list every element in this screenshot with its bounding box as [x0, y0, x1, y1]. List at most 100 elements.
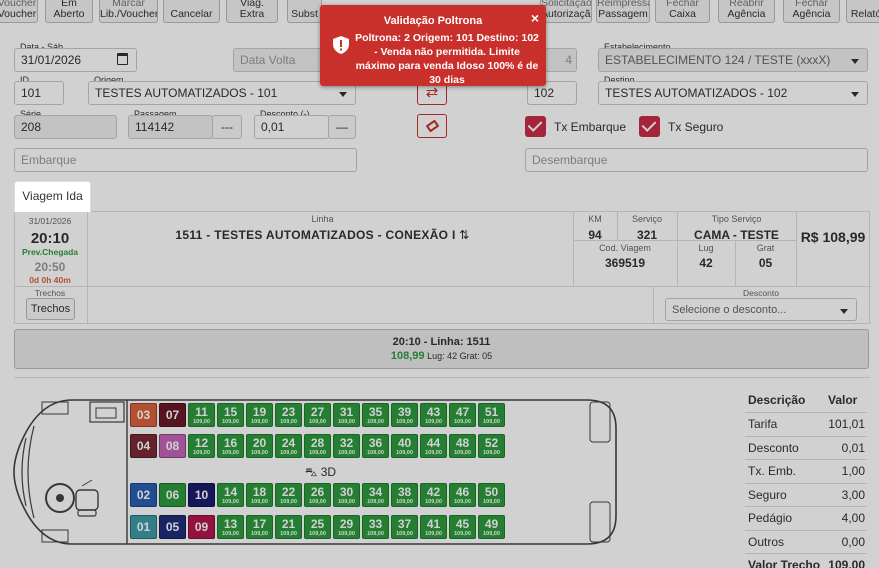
seat-01[interactable]: 01 [130, 515, 157, 539]
seat-03[interactable]: 03 [130, 403, 157, 427]
seat-34[interactable]: 34 109,00 [362, 483, 389, 507]
destino-select[interactable]: TESTES AUTOMATIZADOS - 102 [598, 81, 868, 105]
seat-33[interactable]: 33 109,00 [362, 515, 389, 539]
seat-29[interactable]: 29 109,00 [333, 515, 360, 539]
seat-price: 109,00 [396, 419, 413, 425]
seat-20[interactable]: 20 109,00 [246, 434, 273, 458]
fare-table-header: Descrição Valor [745, 388, 867, 412]
serie-field[interactable]: 208 [14, 115, 117, 139]
seat-04[interactable]: 04 [130, 434, 157, 458]
linha-label: Linha [311, 214, 334, 224]
seat-37[interactable]: 37 109,00 [391, 515, 418, 539]
seat-12[interactable]: 12 109,00 [188, 434, 215, 458]
validation-toast[interactable]: Validação Poltrona × Poltrona: 2 Origem:… [320, 5, 546, 86]
toolbar-button-5[interactable]: Subst [287, 0, 322, 23]
seat-number: 13 [223, 517, 238, 531]
close-icon[interactable]: × [531, 10, 539, 26]
desconto-select[interactable]: Selecione o desconto... [665, 298, 857, 321]
toolbar-button-label: Subst [291, 8, 318, 20]
seat-30[interactable]: 30 109,00 [333, 483, 360, 507]
seat-42[interactable]: 42 109,00 [420, 483, 447, 507]
seat-16[interactable]: 16 109,00 [217, 434, 244, 458]
summary-detail: 108,99 Lug: 42 Grat: 05 [15, 350, 868, 362]
seat-05[interactable]: 05 [159, 515, 186, 539]
seat-51[interactable]: 51 109,00 [478, 403, 505, 427]
seat-10[interactable]: 10 [188, 483, 215, 507]
calendar-icon[interactable] [117, 53, 128, 65]
tab-viagem-ida[interactable]: Viagem Ida [14, 181, 91, 212]
seat-21[interactable]: 21 109,00 [275, 515, 302, 539]
seat-40[interactable]: 40 109,00 [391, 434, 418, 458]
seat-41[interactable]: 41 109,00 [420, 515, 447, 539]
tx-seguro-checkbox[interactable] [639, 116, 660, 137]
origem-id-field[interactable]: 101 [14, 81, 64, 105]
tx-embarque-checkbox[interactable] [525, 116, 546, 137]
seat-45[interactable]: 45 109,00 [449, 515, 476, 539]
seat-47[interactable]: 47 109,00 [449, 403, 476, 427]
seat-32[interactable]: 32 109,00 [333, 434, 360, 458]
seat-18[interactable]: 18 109,00 [246, 483, 273, 507]
seat-17[interactable]: 17 109,00 [246, 515, 273, 539]
desembarque-input[interactable]: Desembarque [525, 148, 868, 172]
seat-08[interactable]: 08 [159, 434, 186, 458]
toolbar-button-2[interactable]: Marcar Lib./Voucher [99, 0, 158, 23]
seat-44[interactable]: 44 109,00 [420, 434, 447, 458]
seat-price: 109,00 [309, 419, 326, 425]
seat-price: 109,00 [367, 499, 384, 505]
seat-26[interactable]: 26 109,00 [304, 483, 331, 507]
seat-38[interactable]: 38 109,00 [391, 483, 418, 507]
estabelecimento-select[interactable]: ESTABELECIMENTO 124 / TESTE (xxxX) [598, 48, 868, 72]
seat-09[interactable]: 09 [188, 515, 215, 539]
toolbar-button-0[interactable]: Voucher Voucher [0, 0, 38, 23]
seat-24[interactable]: 24 109,00 [275, 434, 302, 458]
seat-06[interactable]: 06 [159, 483, 186, 507]
seat-22[interactable]: 22 109,00 [275, 483, 302, 507]
embarque-input[interactable]: Embarque [14, 148, 357, 172]
seat-50[interactable]: 50 109,00 [478, 483, 505, 507]
passagem-field[interactable]: 114142 [128, 115, 213, 139]
seat-28[interactable]: 28 109,00 [304, 434, 331, 458]
trechos-button[interactable]: Trechos [26, 298, 75, 320]
toolbar-button-9[interactable]: Reabrir Agência [718, 0, 775, 23]
fare-header-valor: Valor [828, 393, 858, 407]
toolbar-button-8[interactable]: Fechar Caixa [655, 0, 710, 23]
toolbar-button-10[interactable]: Fechar Agência [783, 0, 840, 23]
seat-price: 109,00 [425, 419, 442, 425]
toolbar-button-7[interactable]: ReimpressãoPassagem [596, 0, 650, 23]
toolbar-button-3[interactable]: Cancelar [163, 0, 220, 23]
seat-48[interactable]: 48 109,00 [449, 434, 476, 458]
trip-arrival-time: 20:50 [34, 260, 66, 274]
clear-button[interactable] [417, 114, 447, 138]
seat-25[interactable]: 25 109,00 [304, 515, 331, 539]
toolbar-button-11[interactable]: Relató [846, 0, 879, 23]
origem-select[interactable]: TESTES AUTOMATIZADOS - 101 [88, 81, 356, 105]
desconto-field[interactable]: 0,01 [254, 115, 329, 139]
servico-value: 321 [636, 228, 658, 242]
seat-07[interactable]: 07 [159, 403, 186, 427]
seat-36[interactable]: 36 109,00 [362, 434, 389, 458]
seat-14[interactable]: 14 109,00 [217, 483, 244, 507]
seat-39[interactable]: 39 109,00 [391, 403, 418, 427]
seat-43[interactable]: 43 109,00 [420, 403, 447, 427]
seat-02[interactable]: 02 [130, 483, 157, 507]
seat-15[interactable]: 15 109,00 [217, 403, 244, 427]
seat-11[interactable]: 11 109,00 [188, 403, 215, 427]
data-field[interactable]: 31/01/2026 [14, 48, 137, 72]
trip-summary-bar[interactable]: 20:10 - Linha: 1511 108,99 Lug: 42 Grat:… [14, 329, 869, 369]
desconto-minus-button[interactable]: — [328, 115, 356, 139]
fare-header-desc: Descrição [748, 393, 806, 407]
seat-price: 109,00 [338, 419, 355, 425]
toolbar-button-4[interactable]: Viag. Extra [226, 0, 278, 23]
seat-19[interactable]: 19 109,00 [246, 403, 273, 427]
seat-52[interactable]: 52 109,00 [478, 434, 505, 458]
seat-35[interactable]: 35 109,00 [362, 403, 389, 427]
passagem-more-button[interactable]: --- [212, 115, 242, 139]
seat-27[interactable]: 27 109,00 [304, 403, 331, 427]
toolbar-button-1[interactable]: VenderEm Aberto [45, 0, 93, 23]
seat-46[interactable]: 46 109,00 [449, 483, 476, 507]
seat-13[interactable]: 13 109,00 [217, 515, 244, 539]
seat-23[interactable]: 23 109,00 [275, 403, 302, 427]
seat-31[interactable]: 31 109,00 [333, 403, 360, 427]
toolbar-button-6[interactable]: Solicitação Autorização [540, 0, 592, 23]
seat-49[interactable]: 49 109,00 [478, 515, 505, 539]
